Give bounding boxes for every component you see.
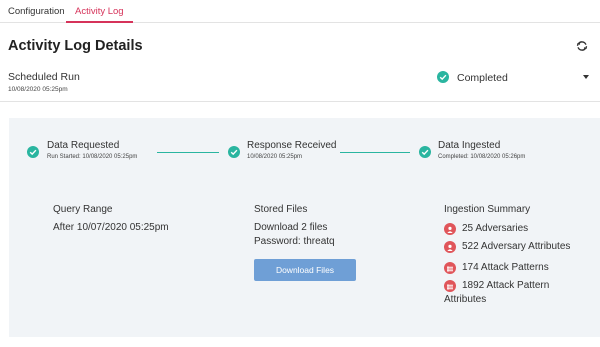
run-row[interactable]: Scheduled Run 10/08/2020 05:25pm Complet… <box>0 68 600 102</box>
summary-item: 25 Adversaries <box>462 223 529 234</box>
query-range-value: After 10/07/2020 05:25pm <box>53 222 169 233</box>
check-circle-icon <box>228 146 240 158</box>
step-subtitle: 10/08/2020 05:25pm <box>247 154 303 160</box>
tab-configuration[interactable]: Configuration <box>5 0 68 23</box>
page-title: Activity Log Details <box>8 38 143 54</box>
summary-item-continued: Attributes <box>444 294 487 305</box>
step-title: Response Received <box>247 140 337 151</box>
step-subtitle: Completed: 10/08/2020 05:26pm <box>438 154 526 160</box>
check-circle-icon <box>437 71 449 83</box>
summary-item: 1892 Attack Pattern <box>462 280 550 291</box>
check-circle-icon <box>27 146 39 158</box>
run-date: 10/08/2020 05:25pm <box>8 86 68 93</box>
download-files-button[interactable]: Download Files <box>254 259 356 281</box>
summary-item: 174 Attack Patterns <box>462 262 549 273</box>
summary-item: 522 Adversary Attributes <box>462 241 571 252</box>
tab-activity-log[interactable]: Activity Log <box>66 0 133 23</box>
query-range-title: Query Range <box>53 204 113 215</box>
attack-pattern-icon <box>444 280 456 292</box>
step-subtitle: Run Started: 10/08/2020 05:25pm <box>47 154 138 160</box>
tab-bar: Configuration Activity Log <box>0 0 600 23</box>
caret-down-icon[interactable] <box>583 75 589 79</box>
step-title: Data Requested <box>47 140 120 151</box>
stored-files-count: Download 2 files <box>254 222 328 233</box>
run-title: Scheduled Run <box>8 71 80 83</box>
step-title: Data Ingested <box>438 140 501 151</box>
adversary-icon <box>444 241 456 253</box>
step-connector <box>340 152 410 153</box>
refresh-icon[interactable] <box>575 39 589 53</box>
ingestion-summary-title: Ingestion Summary <box>444 204 531 215</box>
attack-pattern-icon <box>444 262 456 274</box>
step-connector <box>157 152 219 153</box>
status-text: Completed <box>457 72 508 84</box>
adversary-icon <box>444 223 456 235</box>
stored-files-title: Stored Files <box>254 204 308 215</box>
check-circle-icon <box>419 146 431 158</box>
stored-files-password: Password: threatq <box>254 236 335 247</box>
